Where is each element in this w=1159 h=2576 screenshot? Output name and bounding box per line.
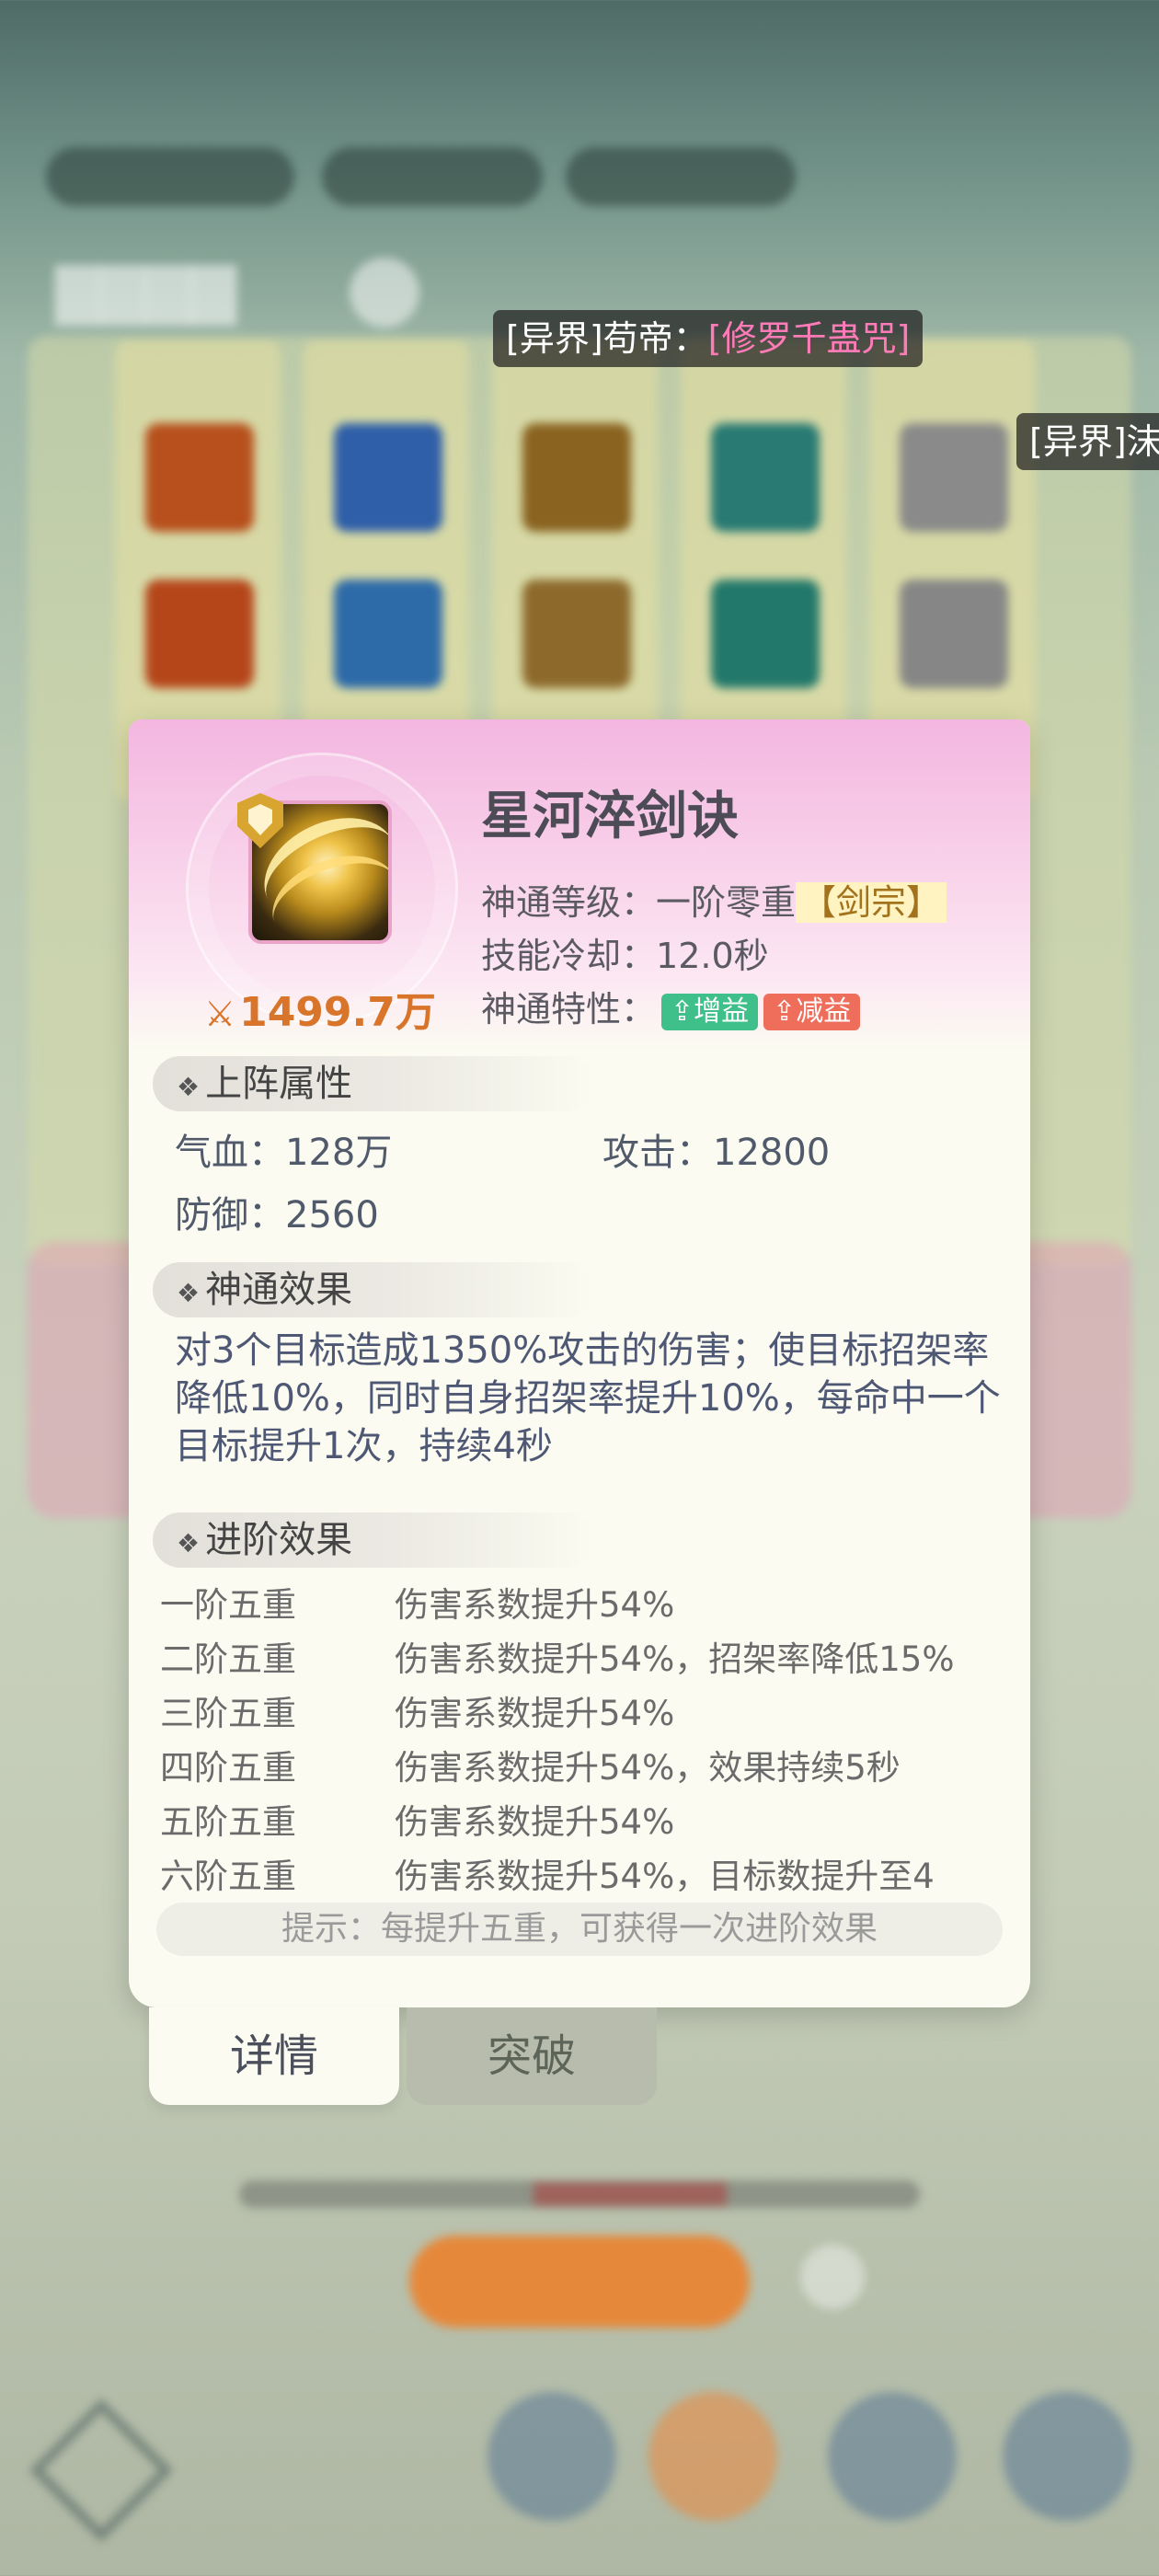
advance-row: 二阶五重 伤害系数提升54%，招架率降低15% bbox=[160, 1631, 1006, 1685]
advance-row: 六阶五重 伤害系数提升54%，目标数提升至4 bbox=[160, 1848, 1006, 1902]
advance-desc: 伤害系数提升54% bbox=[395, 1694, 675, 1733]
skill-effect-text: 对3个目标造成1350%攻击的伤害；使目标招架率降低10%，同时自身招架率提升1… bbox=[175, 1329, 1001, 1467]
bg-orange-button bbox=[409, 2236, 750, 2328]
barrage-sender: [异界]沫 bbox=[1029, 421, 1159, 462]
bg-nav-icon bbox=[1003, 2392, 1131, 2521]
bg-skill-icon bbox=[900, 580, 1008, 688]
skill-level-label: 神通等级： bbox=[481, 882, 657, 923]
bg-nav-icon bbox=[488, 2392, 616, 2521]
skill-detail-card: ⚔1499.7万 星河淬剑诀 神通等级：一阶零重 【剑宗】 技能冷却：12.0秒 … bbox=[129, 719, 1030, 2007]
section-header-advance: ❖ 进阶效果 bbox=[153, 1512, 594, 1568]
skill-cooldown: 技能冷却：12.0秒 bbox=[481, 927, 769, 978]
bg-skill-icon bbox=[900, 423, 1008, 532]
sect-tag: 【剑宗】 bbox=[796, 882, 947, 923]
advance-level: 三阶五重 bbox=[160, 1694, 296, 1733]
crossed-swords-icon: ⚔ bbox=[204, 994, 236, 1034]
bg-nav-icon bbox=[828, 2392, 957, 2521]
advance-desc: 伤害系数提升54%，目标数提升至4 bbox=[395, 1857, 935, 1896]
section-header-effect: ❖ 神通效果 bbox=[153, 1262, 594, 1317]
diamond-bullet-icon: ❖ bbox=[177, 1528, 201, 1558]
advance-row: 五阶五重 伤害系数提升54% bbox=[160, 1794, 1006, 1847]
bg-resource-pill bbox=[566, 147, 796, 206]
cooldown-value: 12.0秒 bbox=[656, 936, 769, 976]
bg-skill-icon bbox=[334, 580, 442, 688]
advance-level: 六阶五重 bbox=[160, 1857, 296, 1896]
bg-arrow-icon bbox=[800, 2245, 865, 2309]
advance-level: 二阶五重 bbox=[160, 1639, 296, 1679]
tab-breakthrough[interactable]: 突破 bbox=[407, 2007, 657, 2105]
combat-power-value: 1499.7万 bbox=[239, 989, 436, 1036]
chat-barrage: [异界]沫 bbox=[1016, 413, 1159, 470]
bg-skill-icon bbox=[711, 580, 820, 688]
skill-level-value: 一阶零重 bbox=[656, 882, 797, 923]
bg-skill-icon bbox=[334, 423, 442, 532]
skill-level: 神通等级：一阶零重 【剑宗】 bbox=[481, 874, 947, 925]
bg-diamond-icon bbox=[29, 2398, 173, 2542]
section-header-attributes: ❖ 上阵属性 bbox=[153, 1056, 594, 1111]
advance-row: 一阶五重 伤害系数提升54% bbox=[160, 1577, 1006, 1630]
advance-row: 三阶五重 伤害系数提升54% bbox=[160, 1685, 1006, 1739]
skill-name: 星河淬剑诀 bbox=[481, 787, 739, 846]
diamond-bullet-icon: ❖ bbox=[177, 1278, 201, 1308]
bg-resource-pill bbox=[322, 147, 543, 206]
bg-nav-icon bbox=[648, 2392, 777, 2521]
bg-skill-icon bbox=[522, 423, 631, 532]
bg-skill-icon bbox=[711, 423, 820, 532]
advance-desc: 伤害系数提升54%，效果持续5秒 bbox=[395, 1748, 901, 1788]
diamond-bullet-icon: ❖ bbox=[177, 1072, 201, 1102]
bg-title-shape: ▇▇▇▇ bbox=[55, 258, 236, 326]
attr-attack: 攻击：12800 bbox=[602, 1132, 831, 1174]
skill-traits: 神通特性： ⇪增益 ⇪减益 bbox=[481, 981, 861, 1031]
tab-details[interactable]: 详情 bbox=[149, 2007, 399, 2105]
chat-barrage: [异界]苟帝：[修罗千蛊咒] bbox=[493, 310, 924, 367]
advance-level: 五阶五重 bbox=[160, 1802, 296, 1842]
advance-desc: 伤害系数提升54% bbox=[395, 1585, 675, 1625]
debuff-tag: ⇪减益 bbox=[763, 993, 861, 1030]
cooldown-label: 技能冷却： bbox=[481, 936, 657, 976]
advance-level: 一阶五重 bbox=[160, 1585, 296, 1625]
trait-label: 神通特性： bbox=[481, 989, 657, 1029]
barrage-highlight: [修罗千蛊咒] bbox=[707, 318, 911, 359]
advance-desc: 伤害系数提升54% bbox=[395, 1802, 675, 1842]
bg-skill-icon bbox=[145, 580, 254, 688]
attr-hp: 气血：128万 bbox=[175, 1132, 393, 1174]
buff-tag: ⇪增益 bbox=[661, 993, 759, 1030]
bg-resource-pill bbox=[46, 147, 294, 206]
advance-tip: 提示：每提升五重，可获得一次进阶效果 bbox=[156, 1903, 1003, 1956]
advance-level: 四阶五重 bbox=[160, 1748, 296, 1788]
bg-skill-icon bbox=[145, 423, 254, 532]
barrage-sender: [异界]苟帝： bbox=[506, 318, 708, 359]
attr-defense: 防御：2560 bbox=[175, 1194, 379, 1236]
bg-skill-icon bbox=[522, 580, 631, 688]
advance-desc: 伤害系数提升54%，招架率降低15% bbox=[395, 1639, 955, 1679]
bg-progress-fill bbox=[534, 2182, 727, 2206]
combat-power: ⚔1499.7万 bbox=[204, 979, 436, 1038]
bg-help-icon bbox=[350, 258, 419, 328]
advance-row: 四阶五重 伤害系数提升54%，效果持续5秒 bbox=[160, 1740, 1006, 1793]
